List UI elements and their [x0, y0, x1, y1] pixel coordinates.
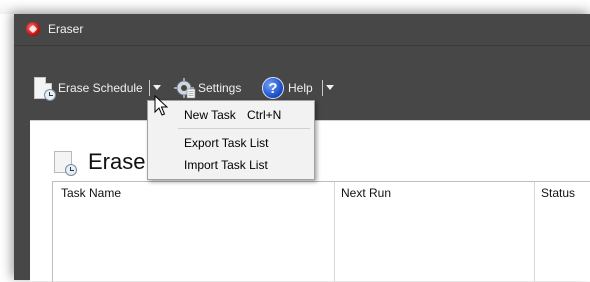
settings-button[interactable]: Settings [174, 76, 241, 100]
column-divider[interactable] [534, 182, 535, 282]
help-button[interactable]: ? Help [262, 76, 313, 100]
column-header-task-name[interactable]: Task Name [61, 186, 121, 200]
schedule-document-icon [54, 151, 77, 176]
column-header-next-run[interactable]: Next Run [341, 186, 391, 200]
menu-item-new-task[interactable]: New Task Ctrl+N [149, 104, 313, 126]
column-header-status[interactable]: Status [541, 186, 575, 200]
menu-item-label: Export Task List [184, 136, 269, 150]
desktop-background [0, 0, 590, 14]
help-question-icon: ? [262, 77, 284, 99]
settings-label: Settings [198, 81, 242, 95]
title-bar[interactable]: Eraser [14, 14, 590, 46]
task-list[interactable]: Task Name Next Run Status [52, 181, 590, 282]
schedule-document-icon [34, 77, 56, 101]
help-label: Help [288, 81, 313, 95]
clock-icon [65, 164, 77, 176]
menu-item-label: Import Task List [184, 158, 268, 172]
clock-icon [44, 89, 56, 101]
column-divider[interactable] [334, 182, 335, 282]
window-title: Eraser [48, 22, 84, 36]
erase-schedule-button[interactable]: Erase Schedule [34, 76, 143, 101]
toolbar-separator [149, 80, 150, 96]
erase-schedule-label: Erase Schedule [58, 81, 143, 95]
toolbar-separator [322, 80, 323, 96]
mouse-cursor-icon [154, 95, 168, 116]
erase-schedule-dropdown-icon[interactable] [153, 85, 161, 90]
gear-icon [174, 78, 196, 99]
menu-item-label: New Task [184, 108, 236, 122]
menu-item-import-task-list[interactable]: Import Task List [149, 154, 313, 176]
menu-item-export-task-list[interactable]: Export Task List [149, 132, 313, 154]
panel-title: Erase [88, 149, 146, 174]
help-dropdown-icon[interactable] [326, 85, 334, 90]
menu-separator [178, 128, 310, 129]
erase-schedule-dropdown-menu: New Task Ctrl+N Export Task List Import … [147, 100, 315, 180]
eraser-app-icon [26, 22, 40, 36]
menu-item-shortcut: Ctrl+N [247, 108, 282, 122]
